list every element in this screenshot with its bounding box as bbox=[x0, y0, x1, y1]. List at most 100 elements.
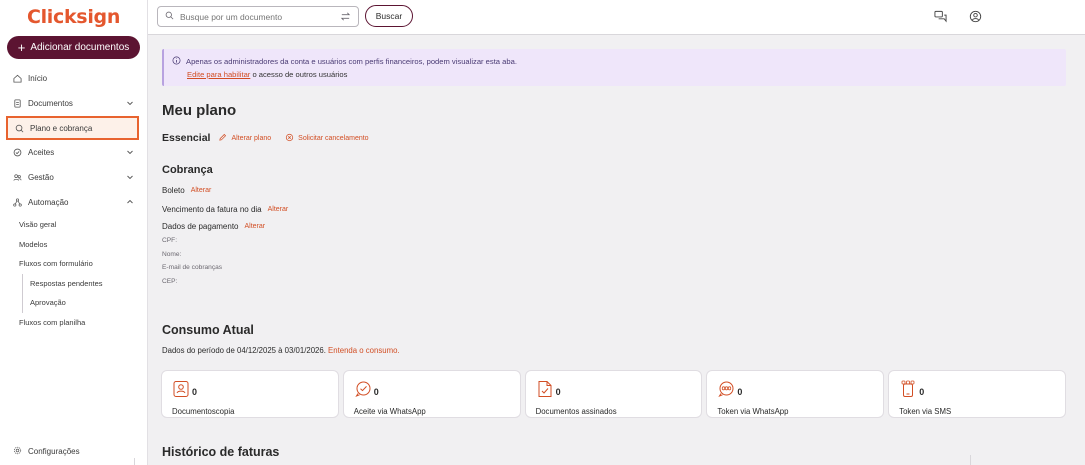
sidebar-subitem-fluxos-planilha[interactable]: Fluxos com planilha bbox=[0, 313, 148, 333]
sidebar-item-label: Documentos bbox=[28, 99, 73, 108]
period-text: Dados do período de 04/12/2025 à 03/01/2… bbox=[162, 346, 326, 355]
sidebar-item-automacao[interactable]: Automação bbox=[0, 190, 148, 215]
whatsapp-token-icon bbox=[717, 380, 735, 403]
app-root: Clicksign + Adicionar documentos Início … bbox=[0, 0, 1085, 465]
sidebar-item-aceites[interactable]: Aceites bbox=[0, 140, 148, 165]
consumption-period: Dados do período de 04/12/2025 à 03/01/2… bbox=[162, 346, 400, 355]
info-banner: Apenas os administradores da conta e usu… bbox=[162, 49, 1066, 86]
plan-name: Essencial bbox=[162, 132, 211, 144]
card-value: 0 bbox=[373, 386, 379, 397]
document-icon bbox=[13, 99, 22, 108]
card-value: 0 bbox=[555, 386, 561, 397]
info-link-suffix: o acesso de outros usuários bbox=[252, 70, 348, 79]
consumption-card: 0 Token via SMS bbox=[888, 370, 1066, 418]
topbar: Buscar bbox=[148, 0, 1085, 35]
consumption-card: 0 Documentoscopia bbox=[161, 370, 339, 418]
main-content: Apenas os administradores da conta e usu… bbox=[148, 36, 1085, 465]
sidebar: Clicksign + Adicionar documentos Início … bbox=[0, 0, 148, 465]
whatsapp-check-icon bbox=[354, 380, 372, 403]
payment-data-row: Dados de pagamento Alterar bbox=[162, 222, 265, 231]
sidebar-subgroup: Respostas pendentes Aprovação bbox=[0, 273, 148, 313]
invoice-history-title: Histórico de faturas bbox=[162, 445, 280, 459]
chevron-down-icon bbox=[126, 148, 134, 156]
search-input[interactable] bbox=[180, 11, 320, 22]
sidebar-item-label: Plano e cobrança bbox=[30, 123, 93, 133]
sidebar-item-gestao[interactable]: Gestão bbox=[0, 165, 148, 190]
sidebar-item-label: Automação bbox=[28, 198, 69, 207]
divider bbox=[970, 455, 971, 465]
plan-row: Essencial Alterar plano Solicitar cancel… bbox=[162, 132, 377, 144]
search-box bbox=[157, 6, 359, 27]
search-icon bbox=[165, 11, 174, 22]
billing-method: Boleto bbox=[162, 186, 185, 195]
swap-icon[interactable] bbox=[340, 11, 351, 24]
payment-data-label: Dados de pagamento bbox=[162, 222, 239, 231]
change-due-day-link[interactable]: Alterar bbox=[268, 206, 289, 213]
consumption-cards: 0 Documentoscopia 0 Aceite via WhatsApp bbox=[161, 370, 1066, 418]
card-value: 0 bbox=[919, 386, 925, 397]
card-label: Documentoscopia bbox=[172, 407, 235, 416]
billing-title: Cobrança bbox=[162, 164, 213, 176]
face-scan-icon bbox=[172, 380, 190, 403]
info-icon bbox=[172, 56, 181, 67]
people-icon bbox=[13, 173, 22, 182]
sidebar-subitem-modelos[interactable]: Modelos bbox=[0, 235, 148, 255]
automation-icon bbox=[13, 198, 22, 207]
sidebar-item-label: Configurações bbox=[28, 447, 80, 456]
consumption-card: 0 Token via WhatsApp bbox=[706, 370, 885, 418]
chevron-down-icon bbox=[126, 173, 134, 181]
chevron-up-icon bbox=[126, 198, 134, 206]
search-button[interactable]: Buscar bbox=[365, 5, 413, 27]
add-documents-label: Adicionar documentos bbox=[30, 42, 130, 53]
home-icon bbox=[13, 74, 22, 83]
understand-consumption-link[interactable]: Entenda o consumo. bbox=[328, 346, 400, 355]
cep-label: CEP: bbox=[162, 278, 178, 285]
user-icon[interactable] bbox=[969, 10, 982, 23]
sidebar-item-label: Gestão bbox=[28, 173, 54, 182]
divider bbox=[134, 458, 135, 465]
logo[interactable]: Clicksign bbox=[0, 0, 147, 34]
card-label: Token via SMS bbox=[899, 407, 952, 416]
sidebar-item-label: Início bbox=[28, 74, 48, 83]
change-plan-label: Alterar plano bbox=[231, 134, 272, 142]
sidebar-nav: Início Documentos Plano e cobrança Aceit… bbox=[0, 66, 148, 332]
card-value: 0 bbox=[192, 386, 198, 397]
due-day-label: Vencimento da fatura no dia bbox=[162, 205, 262, 214]
signed-document-icon bbox=[536, 380, 554, 403]
change-billing-method-link[interactable]: Alterar bbox=[191, 187, 212, 194]
cancel-plan-button[interactable]: Solicitar cancelamento bbox=[285, 133, 369, 144]
card-label: Aceite via WhatsApp bbox=[353, 407, 426, 416]
card-label: Token via WhatsApp bbox=[717, 407, 789, 416]
due-day-row: Vencimento da fatura no dia Alterar bbox=[162, 205, 288, 214]
plus-icon: + bbox=[17, 39, 26, 55]
sidebar-item-label: Aceites bbox=[28, 148, 55, 157]
sidebar-subitem-visao-geral[interactable]: Visão geral bbox=[0, 215, 148, 235]
sidebar-item-inicio[interactable]: Início bbox=[0, 66, 148, 91]
name-label: Nome: bbox=[162, 251, 182, 258]
consumption-card: 0 Aceite via WhatsApp bbox=[342, 370, 521, 418]
gear-icon bbox=[13, 446, 22, 457]
sms-token-icon bbox=[899, 380, 917, 403]
sidebar-item-plano-cobranca[interactable]: Plano e cobrança bbox=[6, 116, 139, 140]
sidebar-item-documentos[interactable]: Documentos bbox=[0, 91, 148, 116]
chevron-down-icon bbox=[126, 99, 134, 107]
info-message: Apenas os administradores da conta e usu… bbox=[186, 57, 517, 66]
chat-icon[interactable] bbox=[934, 10, 947, 23]
billing-icon bbox=[15, 124, 24, 133]
cancel-plan-label: Solicitar cancelamento bbox=[298, 134, 369, 142]
cancel-circle-icon bbox=[285, 133, 294, 144]
billing-method-row: Boleto Alterar bbox=[162, 186, 211, 195]
consumption-card: 0 Documentos assinados bbox=[524, 370, 703, 418]
enable-access-link[interactable]: Edite para habilitar bbox=[187, 70, 250, 79]
tree-line bbox=[22, 273, 23, 313]
page-title: Meu plano bbox=[162, 102, 237, 119]
pencil-icon bbox=[218, 133, 227, 144]
sidebar-item-configuracoes[interactable]: Configurações bbox=[13, 446, 80, 457]
check-circle-icon bbox=[13, 148, 22, 157]
cpf-label: CPF: bbox=[162, 237, 178, 244]
billing-email-label: E-mail de cobranças bbox=[162, 264, 223, 271]
add-documents-button[interactable]: + Adicionar documentos bbox=[7, 36, 140, 59]
change-payment-data-link[interactable]: Alterar bbox=[245, 223, 266, 230]
sidebar-subitem-fluxos-formulario[interactable]: Fluxos com formulário bbox=[0, 254, 148, 274]
change-plan-button[interactable]: Alterar plano bbox=[218, 133, 271, 144]
